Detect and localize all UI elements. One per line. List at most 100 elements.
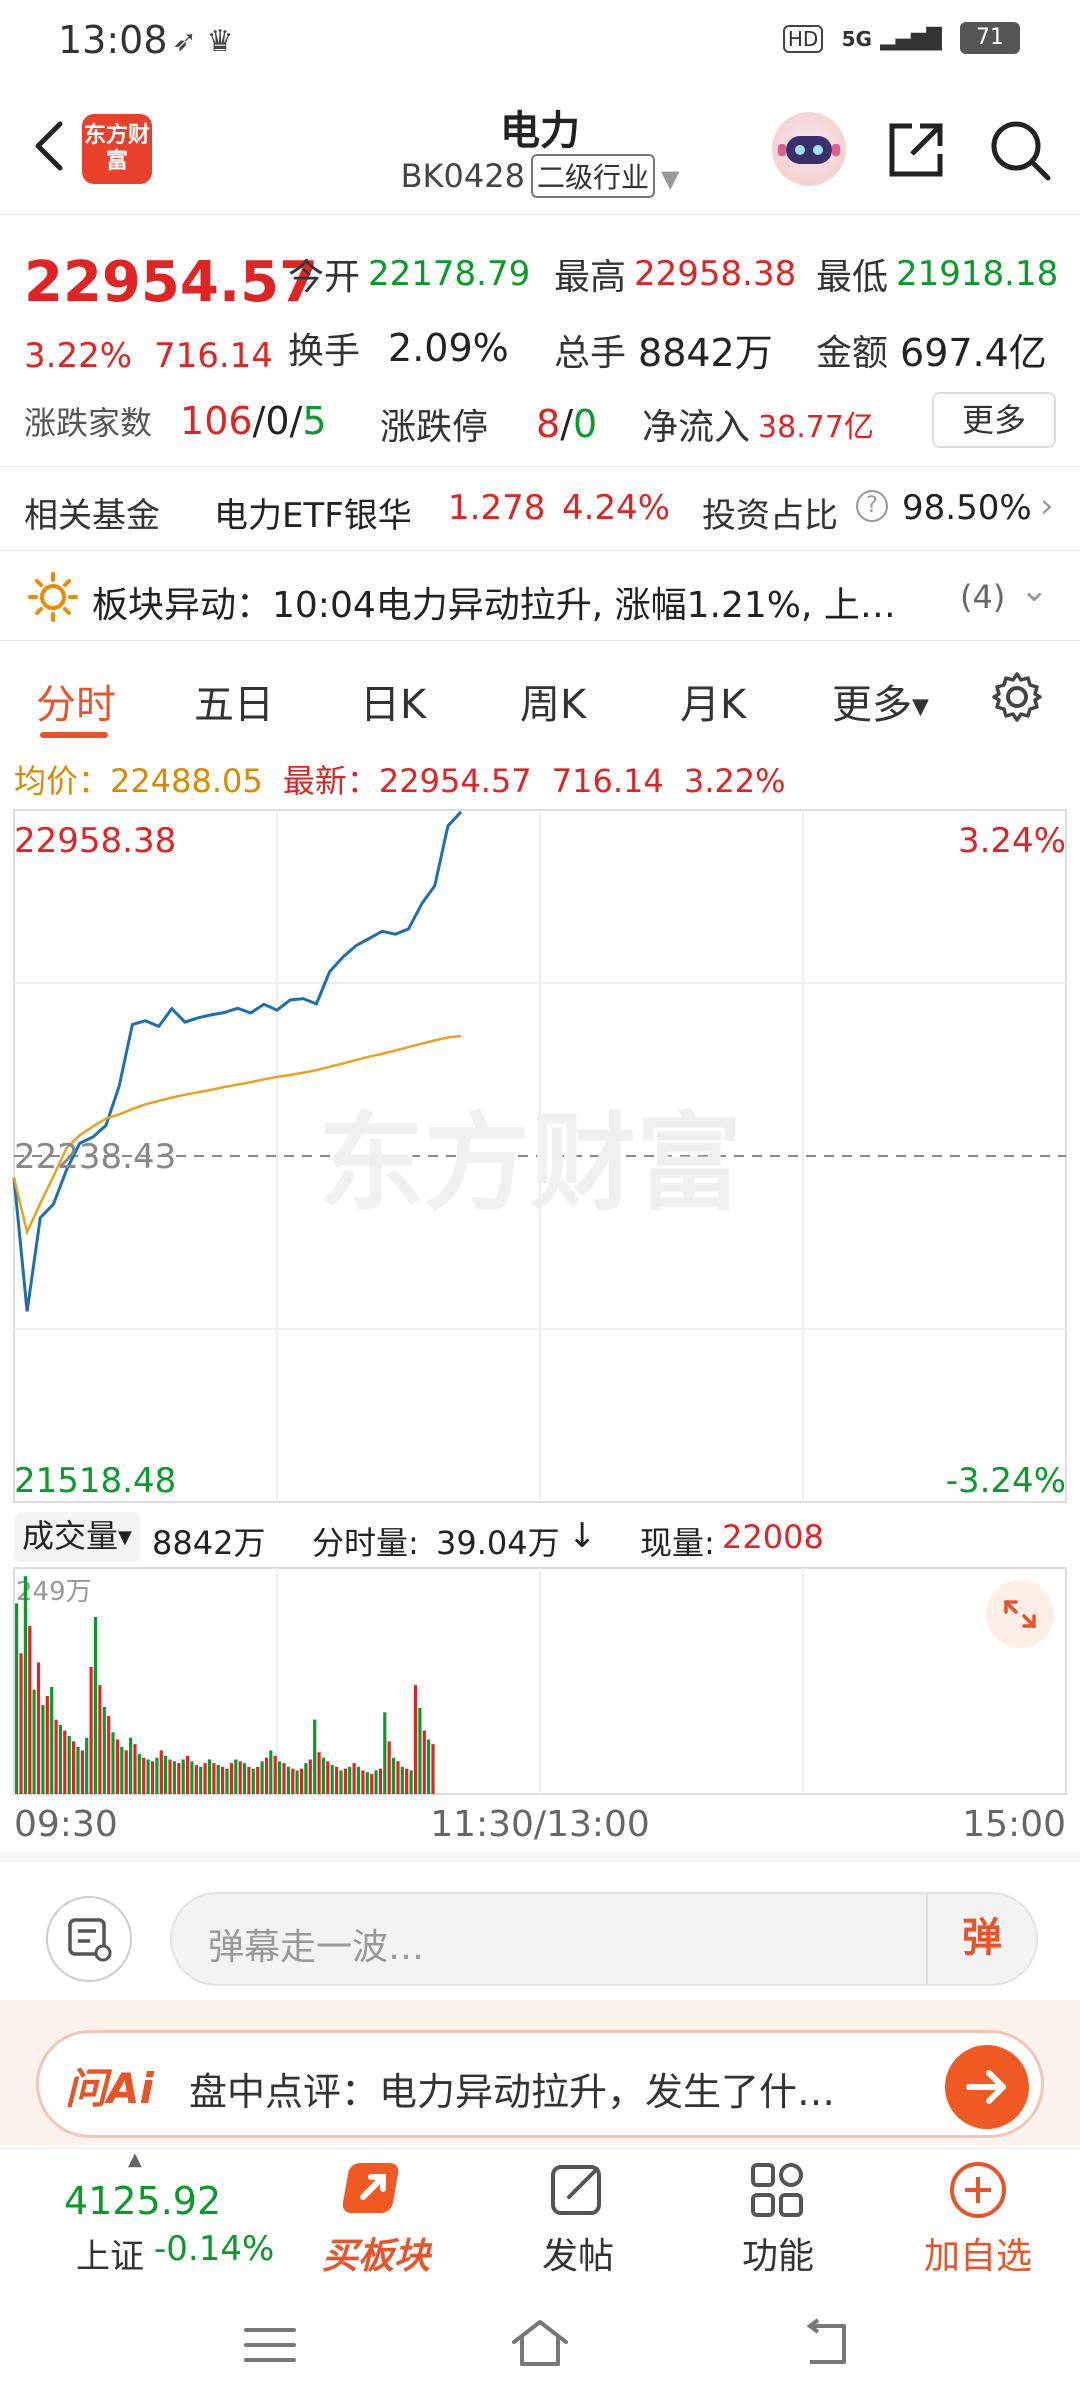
fund-name[interactable]: 电力ETF银华 [214, 488, 412, 537]
volume-bar [133, 1744, 137, 1794]
nav-functions[interactable]: 功能 [708, 2157, 848, 2279]
help-icon[interactable]: ? [856, 490, 888, 522]
ai-banner: 问Ai 盘中点评：电力异动拉升，发生了什… [0, 2000, 1080, 2145]
share-button[interactable] [884, 118, 948, 182]
index-ticker[interactable]: ▲ 4125.92 上证 -0.14% [0, 2149, 280, 2283]
nav-add-watch[interactable]: 加自选 [908, 2157, 1048, 2279]
volume-bar [365, 1772, 369, 1794]
limit-label: 涨跌停 [380, 407, 489, 448]
volume-bar [216, 1765, 220, 1794]
tab-intraday[interactable]: 分时 [36, 672, 116, 730]
signal-icon: ▂▄▆█ [880, 26, 942, 51]
danmaku-send-button[interactable]: 弹 [926, 1894, 1036, 1984]
ai-robot-avatar[interactable] [772, 112, 846, 186]
breadth-down: 5 [302, 399, 327, 443]
caret-up-icon: ▲ [128, 2149, 142, 2170]
ai-card[interactable]: 问Ai 盘中点评：电力异动拉升，发生了什… [36, 2030, 1044, 2138]
volume-bar [107, 1715, 111, 1794]
volume-bar [400, 1766, 404, 1794]
volume-bar [15, 1603, 19, 1794]
volume-bar [124, 1750, 128, 1794]
expand-button[interactable] [986, 1580, 1054, 1648]
hd-icon: HD [782, 24, 824, 53]
volume-bar [392, 1757, 396, 1794]
volume-max-label: 249万 [16, 1577, 92, 1607]
volume-bar [326, 1761, 330, 1794]
volume-bar [431, 1744, 435, 1794]
section-gap [0, 1852, 1080, 1862]
index-value: 4125.92 [64, 2179, 222, 2223]
y-max-label: 22958.38 [14, 821, 176, 861]
sector-alert-row[interactable]: 板块异动：10:04电力异动拉升, 涨幅1.21%, 上… (4) ⌄ [0, 556, 1080, 642]
volume-bar [159, 1750, 163, 1794]
nav-buy-sector[interactable]: 买板块 [306, 2157, 446, 2279]
volume-bar [98, 1685, 102, 1794]
volume-bar [28, 1626, 32, 1794]
low-label: 最低 [816, 257, 889, 298]
ai-go-button[interactable] [945, 2045, 1029, 2129]
industry-tag: 二级行业 [530, 154, 655, 198]
home-button[interactable] [508, 2316, 572, 2370]
tab-monthly-k[interactable]: 月K [680, 672, 746, 730]
volume-bar [190, 1761, 194, 1794]
open-stat: 今开 22178.79 [288, 248, 530, 300]
tab-five-day[interactable]: 五日 [194, 672, 274, 730]
volume-bar [89, 1666, 93, 1794]
back-nav-button[interactable] [796, 2318, 852, 2370]
volume-type-label: 成交量 [22, 1517, 119, 1555]
latest-abs: 716.14 [551, 762, 664, 800]
limit-down: 0 [573, 402, 598, 446]
related-fund-row[interactable]: 相关基金 电力ETF银华 1.278 4.24% 投资占比 ? 98.50% › [0, 468, 1080, 550]
plus-circle-icon [950, 2162, 1006, 2218]
search-button[interactable] [988, 118, 1052, 182]
volume-bar [247, 1766, 251, 1794]
tab-weekly-k[interactable]: 周K [520, 672, 586, 730]
chart-legend: 均价：22488.05 最新：22954.57 716.14 3.22% [14, 756, 786, 802]
amount-stat: 金额 697.4亿 [816, 322, 1047, 377]
danmaku-placeholder: 弹幕走一波… [208, 1927, 425, 1968]
volume-bar [348, 1766, 352, 1794]
volume-bar [264, 1757, 269, 1794]
back-icon [806, 2318, 846, 2364]
quote-more-button[interactable]: 更多 [932, 392, 1056, 448]
page-header: 东方财富 电力 BK0428 二级行业 ▼ [0, 92, 1080, 212]
danmaku-input[interactable]: 弹幕走一波… 弹 [170, 1892, 1038, 1986]
volume-bar [387, 1741, 391, 1794]
index-change: -0.14% [154, 2229, 275, 2269]
volume-stat: 总手 8842万 [554, 322, 773, 377]
volume-type-select[interactable]: 成交量▼ [14, 1512, 140, 1562]
open-value: 22178.79 [368, 254, 531, 294]
high-stat: 最高 22958.38 [554, 248, 796, 300]
limit-stat: 涨跌停 8/0 [380, 398, 597, 450]
sun-icon [28, 572, 78, 622]
menu-button[interactable] [240, 2320, 300, 2370]
settings-button[interactable] [990, 670, 1044, 724]
volume-bar [269, 1750, 273, 1794]
current-volume-value: 22008 [722, 1518, 824, 1556]
volume-bar [282, 1763, 286, 1794]
intraday-chart[interactable]: 东方财富 22958.38 3.24% 22238.43 21518.48 -3… [0, 800, 1080, 1840]
nav-add-watch-label: 加自选 [923, 2236, 1032, 2277]
menu-icon [244, 2328, 296, 2362]
volume-bar [186, 1755, 190, 1794]
tab-more[interactable]: 更多▼ [832, 672, 929, 730]
volume-bar [361, 1770, 365, 1794]
danmaku-settings-button[interactable] [46, 1896, 132, 1982]
volume-bar [304, 1763, 308, 1794]
volume-bar [115, 1739, 119, 1794]
nav-functions-label: 功能 [741, 2236, 814, 2277]
danmaku-bar: 弹幕走一波… 弹 [0, 1862, 1080, 1992]
chevron-down-icon[interactable]: ⌄ [1020, 570, 1049, 610]
latest-value: 22954.57 [378, 762, 532, 800]
nav-post[interactable]: 发帖 [508, 2157, 648, 2279]
volume-bar [356, 1766, 361, 1794]
minute-volume-label: 分时量: [312, 1524, 419, 1562]
volume-bar [339, 1770, 343, 1794]
tab-daily-k[interactable]: 日K [360, 672, 426, 730]
volume-bar [260, 1761, 264, 1794]
breadth-flat: 0 [265, 399, 290, 443]
volume-bar [242, 1763, 247, 1794]
price-line [12, 810, 463, 1312]
volume-bar [50, 1686, 54, 1794]
netflow-label: 净流入 [642, 407, 751, 448]
